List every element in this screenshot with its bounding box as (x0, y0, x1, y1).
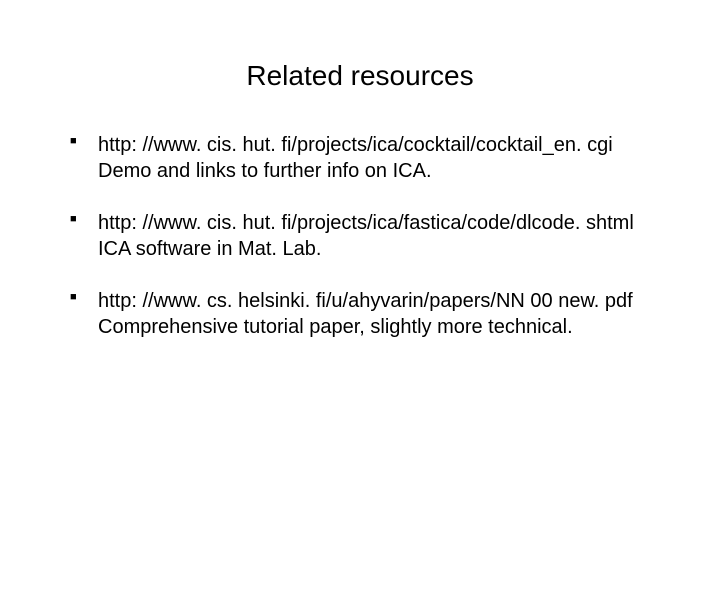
slide: Related resources http: //www. cis. hut.… (0, 60, 720, 600)
bullet-list: http: //www. cis. hut. fi/projects/ica/c… (70, 132, 670, 340)
slide-content: http: //www. cis. hut. fi/projects/ica/c… (70, 132, 670, 340)
item-desc: Comprehensive tutorial paper, slightly m… (98, 314, 670, 340)
list-item: http: //www. cs. helsinki. fi/u/ahyvarin… (70, 288, 670, 340)
item-url: http: //www. cis. hut. fi/projects/ica/c… (98, 132, 670, 158)
item-desc: Demo and links to further info on ICA. (98, 158, 670, 184)
item-url: http: //www. cs. helsinki. fi/u/ahyvarin… (98, 288, 670, 314)
list-item: http: //www. cis. hut. fi/projects/ica/f… (70, 210, 670, 262)
item-url: http: //www. cis. hut. fi/projects/ica/f… (98, 210, 670, 236)
item-desc: ICA software in Mat. Lab. (98, 236, 670, 262)
slide-title: Related resources (0, 60, 720, 92)
list-item: http: //www. cis. hut. fi/projects/ica/c… (70, 132, 670, 184)
